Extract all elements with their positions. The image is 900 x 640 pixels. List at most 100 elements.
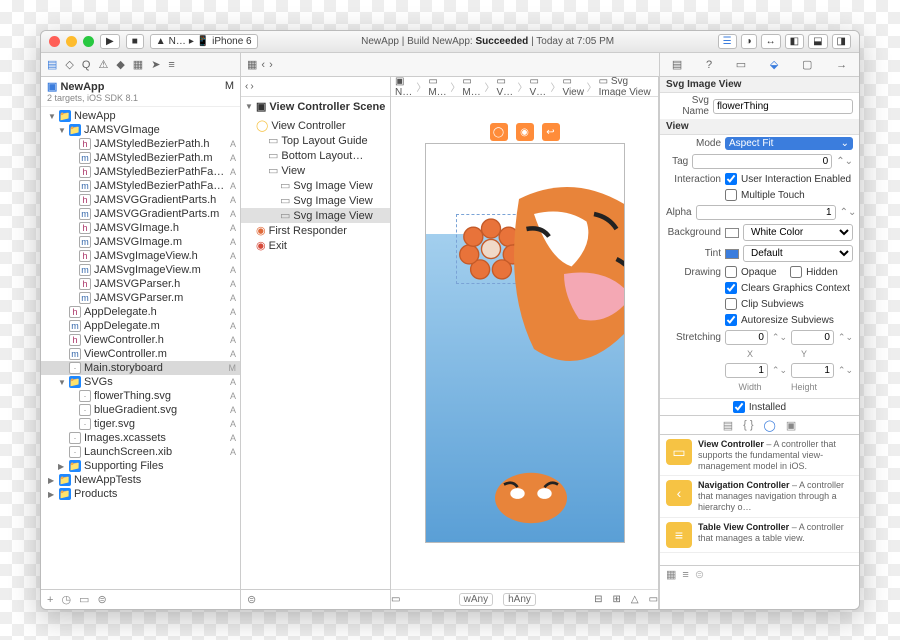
- editor-assistant-icon[interactable]: ◑: [741, 34, 757, 49]
- bg-select[interactable]: White Color: [743, 224, 853, 241]
- file-row[interactable]: hJAMSVGGradientParts.hA: [41, 193, 240, 207]
- stop-button[interactable]: ■: [126, 34, 144, 49]
- outline-fwd-icon[interactable]: ›: [250, 81, 253, 92]
- file-template-icon[interactable]: ▤: [723, 419, 733, 432]
- object-library[interactable]: ▭View Controller – A controller that sup…: [660, 435, 859, 565]
- toggle-outline-icon[interactable]: ▭: [391, 594, 400, 605]
- stretch-w[interactable]: [725, 363, 768, 378]
- scene-header[interactable]: ▼▣View Controller Scene: [241, 97, 390, 116]
- file-row[interactable]: ▼📁NewApp: [41, 109, 240, 123]
- filter-scm-icon[interactable]: ▭: [79, 593, 89, 606]
- outline-row[interactable]: ◉First Responder: [241, 223, 390, 238]
- resize-icon[interactable]: ▭: [649, 594, 658, 605]
- panel-right-icon[interactable]: ◨: [832, 34, 851, 49]
- breadcrumb-item[interactable]: ▭ Svg Image View: [599, 77, 654, 97]
- lib-list-icon[interactable]: ≡: [682, 569, 688, 581]
- resolve-icon[interactable]: △: [631, 594, 639, 605]
- filter-icon[interactable]: ⊜: [97, 593, 106, 606]
- tag-field[interactable]: [692, 154, 832, 169]
- file-row[interactable]: ▶📁Products: [41, 487, 240, 501]
- stretch-y[interactable]: [791, 330, 834, 345]
- hany-button[interactable]: hAny: [503, 593, 536, 606]
- file-row[interactable]: ·blueGradient.svgA: [41, 403, 240, 417]
- breadcrumb-item[interactable]: ▭ View: [562, 77, 584, 97]
- project-nav-icon[interactable]: ▤: [47, 58, 57, 71]
- library-item[interactable]: ≡Table View Controller – A controller th…: [660, 518, 859, 553]
- lib-filter[interactable]: ⊜: [695, 568, 853, 581]
- vc-icon[interactable]: ◯: [490, 123, 508, 141]
- file-row[interactable]: hJAMStyledBezierPathFactory.hA: [41, 165, 240, 179]
- panel-left-icon[interactable]: ◧: [785, 34, 804, 49]
- identity-inspector-icon[interactable]: ▭: [736, 58, 746, 71]
- size-inspector-icon[interactable]: ▢: [802, 58, 812, 71]
- file-tree[interactable]: ▼📁NewApp▼📁JAMSVGImagehJAMStyledBezierPat…: [41, 107, 240, 589]
- file-row[interactable]: ·LaunchScreen.xibA: [41, 445, 240, 459]
- outline-back-icon[interactable]: ‹: [245, 81, 248, 92]
- outline-tree[interactable]: ◯View Controller▭Top Layout Guide▭Bottom…: [241, 116, 390, 589]
- filter-recent-icon[interactable]: ◷: [61, 593, 71, 606]
- outline-row[interactable]: ◉Exit: [241, 238, 390, 253]
- find-nav-icon[interactable]: Q: [82, 59, 91, 71]
- mode-select[interactable]: Aspect Fit⌄: [725, 137, 853, 150]
- device-frame[interactable]: [425, 143, 625, 543]
- file-row[interactable]: hAppDelegate.hA: [41, 305, 240, 319]
- close-icon[interactable]: [49, 36, 60, 47]
- svg-tiger2-view[interactable]: [486, 462, 576, 532]
- clears-checkbox[interactable]: [725, 282, 737, 294]
- file-row[interactable]: ·flowerThing.svgA: [41, 389, 240, 403]
- hidden-checkbox[interactable]: [790, 266, 802, 278]
- library-item[interactable]: ▭View Controller – A controller that sup…: [660, 435, 859, 476]
- breadcrumb-item[interactable]: ▭ V…: [497, 77, 516, 97]
- attributes-inspector-icon[interactable]: ⬙: [770, 58, 778, 71]
- outline-filter-icon[interactable]: ⊜: [247, 593, 256, 606]
- outline-row[interactable]: ▭Svg Image View: [241, 193, 390, 208]
- related-icon[interactable]: ▦: [247, 58, 257, 71]
- add-icon[interactable]: +: [47, 594, 53, 606]
- file-row[interactable]: hViewController.hA: [41, 333, 240, 347]
- editor-version-icon[interactable]: ↔: [761, 34, 781, 49]
- back-icon[interactable]: ‹: [261, 59, 265, 71]
- canvas-area[interactable]: ◯ ◉ ↩: [391, 97, 658, 589]
- file-row[interactable]: mJAMSVGGradientParts.mA: [41, 207, 240, 221]
- connections-inspector-icon[interactable]: →: [836, 59, 847, 71]
- breakpoint-nav-icon[interactable]: ➤: [151, 58, 160, 71]
- bg-chip[interactable]: [725, 228, 739, 238]
- file-row[interactable]: mJAMStyledBezierPath.mA: [41, 151, 240, 165]
- file-row[interactable]: hJAMStyledBezierPath.hA: [41, 137, 240, 151]
- outline-row[interactable]: ▭Svg Image View: [241, 178, 390, 193]
- file-row[interactable]: ▶📁Supporting Files: [41, 459, 240, 473]
- debug-nav-icon[interactable]: ▦: [133, 58, 143, 71]
- library-item[interactable]: ‹Navigation Controller – A controller th…: [660, 476, 859, 517]
- file-inspector-icon[interactable]: ▤: [672, 58, 682, 71]
- project-header[interactable]: ▣ NewApp 2 targets, iOS SDK 8.1 M: [41, 77, 240, 107]
- first-responder-icon[interactable]: ◉: [516, 123, 534, 141]
- file-row[interactable]: mAppDelegate.mA: [41, 319, 240, 333]
- file-row[interactable]: mJAMSVGImage.mA: [41, 235, 240, 249]
- opaque-checkbox[interactable]: [725, 266, 737, 278]
- object-library-icon[interactable]: ◯: [764, 419, 776, 432]
- user-interaction-checkbox[interactable]: [725, 173, 737, 185]
- report-nav-icon[interactable]: ≡: [168, 59, 174, 71]
- tint-select[interactable]: Default: [743, 245, 853, 262]
- alpha-field[interactable]: [696, 205, 836, 220]
- outline-row[interactable]: ▭Bottom Layout…: [241, 148, 390, 163]
- multitouch-checkbox[interactable]: [725, 189, 737, 201]
- breadcrumb-item[interactable]: ▣ N…: [395, 77, 414, 97]
- installed-checkbox[interactable]: [733, 401, 745, 413]
- pin-icon[interactable]: ⊞: [612, 594, 620, 605]
- outline-row[interactable]: ▭Svg Image View: [241, 208, 390, 223]
- file-row[interactable]: ▶📁NewAppTests: [41, 473, 240, 487]
- autoresize-checkbox[interactable]: [725, 314, 737, 326]
- file-row[interactable]: mJAMStyledBezierPathFactory.mA: [41, 179, 240, 193]
- outline-row[interactable]: ◯View Controller: [241, 118, 390, 133]
- file-row[interactable]: hJAMSVGParser.hA: [41, 277, 240, 291]
- svgname-field[interactable]: [713, 99, 853, 114]
- file-row[interactable]: ·tiger.svgA: [41, 417, 240, 431]
- code-snippet-icon[interactable]: { }: [743, 419, 753, 431]
- jump-bar[interactable]: ▣ N…〉▭ M…〉▭ M…〉▭ V…〉▭ V…〉▭ View〉▭ Svg Im…: [391, 77, 658, 97]
- breadcrumb-item[interactable]: ▭ M…: [462, 77, 482, 97]
- panel-bottom-icon[interactable]: ⬓: [808, 34, 827, 49]
- scheme-selector[interactable]: ▲ N… ▸ 📱 iPhone 6: [150, 34, 258, 49]
- editor-standard-icon[interactable]: ☰: [718, 34, 737, 49]
- breadcrumb-item[interactable]: ▭ V…: [529, 77, 548, 97]
